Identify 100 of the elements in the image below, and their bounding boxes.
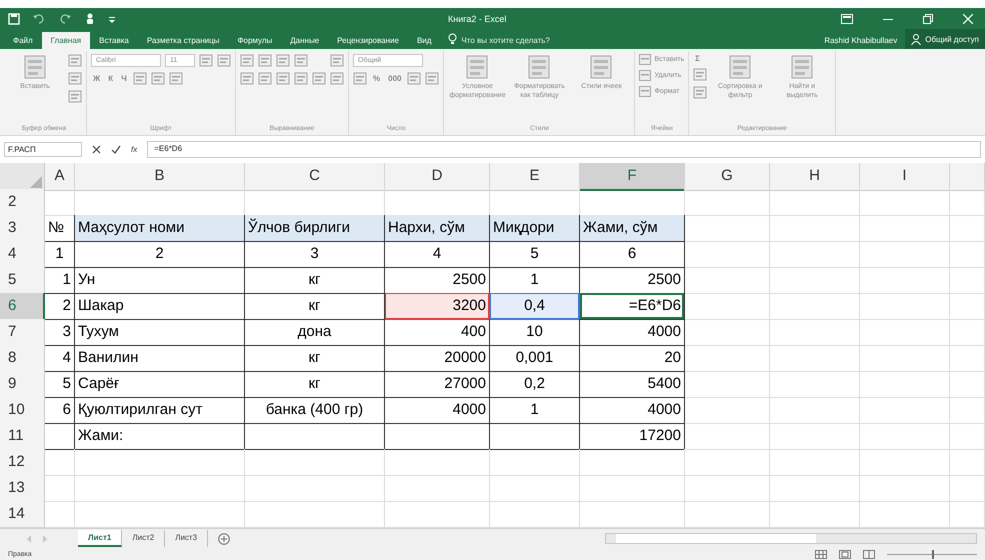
ribbon-tab[interactable]: Главная [42,32,90,50]
redo-icon[interactable] [58,12,72,25]
row-header[interactable]: 10 [0,397,45,424]
empty-cell [950,189,985,216]
horizontal-scrollbar[interactable] [605,533,977,544]
ribbon-display-icon[interactable] [841,14,853,24]
formula-input[interactable]: =E6*D6 [147,141,981,158]
table-cell: 5400 [580,371,685,398]
checkmark-icon[interactable] [111,145,121,154]
sheet-tab[interactable]: Лист1 [78,530,122,548]
tool-icon [639,54,652,66]
table-cell: 1 [45,241,75,268]
share-button[interactable]: Общий доступ [905,29,985,50]
scroll-right-icon[interactable] [42,534,48,543]
table-cell: 1 [490,267,580,294]
empty-cell [950,423,985,450]
page-break-icon[interactable] [863,550,875,559]
select-all-button[interactable] [0,163,45,192]
table-cell: Шакар [75,293,245,320]
table-cell: 2 [45,293,75,320]
column-header[interactable]: I [860,163,950,192]
table-cell: 20 [580,345,685,372]
row-header[interactable]: 6 [0,293,45,320]
add-sheet-icon[interactable] [218,532,230,545]
column-header[interactable]: G [685,163,770,192]
row-header[interactable]: 13 [0,475,45,502]
ribbon-tab[interactable]: Вставка [90,32,138,50]
cancel-icon[interactable] [92,145,101,154]
empty-cell [950,345,985,372]
table-cell: 3 [45,319,75,346]
undo-icon[interactable] [32,12,46,25]
row-header[interactable]: 12 [0,449,45,476]
save-icon[interactable] [8,12,20,25]
tool-icon [727,53,754,82]
row-header[interactable]: 2 [0,189,45,216]
table-cell: кг [245,371,385,398]
table-cell: Сарёғ [75,371,245,398]
row-header[interactable]: 9 [0,371,45,398]
empty-cell [950,449,985,476]
lightbulb-icon [448,33,458,46]
row-header[interactable]: 5 [0,267,45,294]
table-cell: 0,001 [490,345,580,372]
tell-me-search[interactable]: Что вы хотите сделать? [461,36,550,50]
table-cell: 20000 [385,345,490,372]
page-layout-icon[interactable] [839,550,851,559]
column-header[interactable]: E [490,163,580,192]
insert-function-button[interactable]: fx [131,145,138,154]
normal-view-icon[interactable] [815,550,827,559]
column-heading-cell: Маҳсулот номи [75,215,245,242]
row-header[interactable]: 11 [0,423,45,450]
ribbon-tab[interactable]: Разметка страницы [138,32,228,50]
table-cell: 0,2 [490,371,580,398]
touch-mode-icon[interactable] [84,12,96,25]
table-cell: 1 [490,397,580,424]
row-header[interactable]: 8 [0,345,45,372]
row-header[interactable]: 7 [0,319,45,346]
table-cell: Тухум [75,319,245,346]
ribbon-tab[interactable]: Данные [281,32,328,50]
ribbon-tab[interactable]: Формулы [228,32,282,50]
table-cell: 10 [490,319,580,346]
table-cell: =E6*D6 [580,293,685,320]
ribbon-tab[interactable]: Вид [408,32,440,50]
table-cell: Ун [75,267,245,294]
scroll-left-icon[interactable] [26,534,32,543]
user-name[interactable]: Rashid Khabibullaev [824,36,898,50]
column-header[interactable]: D [385,163,490,192]
column-header[interactable]: A [45,163,75,192]
empty-cell [950,267,985,294]
empty-cell [950,215,985,242]
column-header[interactable] [950,163,985,192]
table-cell: 4 [45,345,75,372]
table-cell: дона [245,319,385,346]
row-header[interactable]: 14 [0,501,45,528]
column-header[interactable]: B [75,163,245,192]
sheet-tab[interactable]: Лист2 [122,530,166,548]
ribbon-tab[interactable]: Файл [4,32,42,50]
column-header[interactable]: C [245,163,385,192]
tool-icon [588,53,614,82]
column-heading-cell: Жами, сўм [580,215,685,242]
name-box[interactable]: F.РАСП [4,142,82,158]
table-cell: банка (400 гр) [245,397,385,424]
column-header[interactable]: F [580,163,685,192]
close-icon[interactable] [963,14,973,24]
restore-icon[interactable] [923,14,933,24]
column-header[interactable]: H [770,163,860,192]
column-heading-cell: Миқдори [490,215,580,242]
empty-cell [950,241,985,268]
table-cell: 5 [45,371,75,398]
table-cell: 4 [385,241,490,268]
sheet-tab[interactable]: Лист3 [165,530,208,548]
tool-icon [789,53,816,82]
row-header[interactable]: 4 [0,241,45,268]
empty-cell [950,371,985,398]
table-cell: кг [245,267,385,294]
tool-icon [526,53,552,82]
tool-icon [639,70,652,82]
table-cell: 3200 [385,293,490,320]
ribbon-tab[interactable]: Рецензирование [328,32,408,50]
row-header[interactable]: 3 [0,215,45,242]
table-cell: Жами: [75,423,245,450]
